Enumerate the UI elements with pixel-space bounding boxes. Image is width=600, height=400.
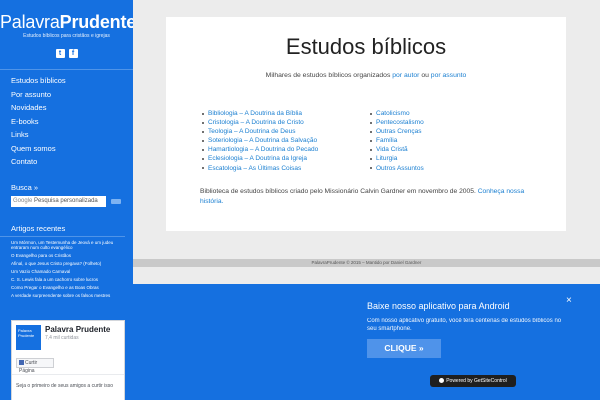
category-link[interactable]: Vida Cristã [370,145,496,154]
logo-light-text: Palavra [0,12,60,32]
article-link[interactable]: Afinal, o que Jesus Cristo pregava? (Fol… [11,261,133,267]
by-subject-link[interactable]: por assunto [431,72,467,79]
page-title: Estudos bíblicos [285,34,447,59]
facebook-page-thumbnail[interactable]: Palavra Prudente [16,325,41,350]
social-links: tf [0,49,133,61]
twitter-icon[interactable]: t [55,49,65,58]
facebook-icon[interactable]: f [68,49,78,58]
search-form: Google Pesquisa personalizada [0,195,133,207]
category-link[interactable]: Bibliologia – A Doutrina da Bíblia [202,109,376,118]
search-placeholder: Pesquisa personalizada [34,197,98,204]
nav-item-novidades[interactable]: Novidades [0,101,133,115]
study-categories: Bibliologia – A Doutrina da Bíblia Crist… [166,109,566,173]
nav-item-quem-somos[interactable]: Quem somos [0,142,133,156]
page-footer: PalavraPrudente © 2015 – Mantido por Dan… [133,259,600,267]
facebook-likes-count: 7,4 mil curtidas [45,335,79,341]
powered-by-badge[interactable]: Powered by GetSiteControl [430,375,516,387]
category-link[interactable]: Hamartiologia – A Doutrina do Pecado [202,145,376,154]
recent-articles-list: Um Mórmon, um Testemunha de Jeová e um j… [0,240,133,299]
app-promo-popup: × Baixe nosso aplicativo para Android Co… [133,284,600,400]
topics-list: Catolicismo Pentecostalismo Outras Crenç… [370,109,496,173]
category-link[interactable]: Outras Crenças [370,127,496,136]
recent-articles-title: Artigos recentes [0,224,125,237]
intro-mid: ou [419,72,431,79]
facebook-page-name[interactable]: Palavra Prudente [45,325,110,335]
search-input[interactable]: Google Pesquisa personalizada [11,195,106,207]
category-link[interactable]: Soteriologia – A Doutrina da Salvação [202,136,376,145]
facebook-friends-text: Seja o primeiro de seus amigos a curtir … [12,374,124,389]
category-link[interactable]: Liturgia [370,154,496,163]
intro-prefix: Milhares de estudos bíblicos organizados [265,72,393,79]
article-link[interactable]: A verdade surpreendente sobre os falsos … [11,293,133,299]
popup-description: Com nosso aplicativo gratuito, você terá… [367,318,562,332]
category-link[interactable]: Família [370,136,496,145]
powered-by-text: Powered by GetSiteControl [446,378,507,384]
library-description-text: Biblioteca de estudos bíblicos criado pe… [200,187,478,195]
category-link[interactable]: Eclesiologia – A Doutrina da Igreja [202,154,376,163]
article-link[interactable]: Como Pregar o Evangelho e as Boas Obras [11,285,133,291]
main-nav: Estudos bíblicos Por assunto Novidades E… [0,69,133,169]
google-label: Google [13,197,33,204]
nav-item-ebooks[interactable]: E-books [0,115,133,129]
category-link[interactable]: Escatologia – As Últimas Coisas [202,164,376,173]
getsitecontrol-icon [439,378,445,384]
like-icon [19,360,24,366]
by-author-link[interactable]: por autor [392,72,419,79]
category-link[interactable]: Teologia – A Doutrina de Deus [202,127,376,136]
category-link[interactable]: Pentecostalismo [370,118,496,127]
article-link[interactable]: C. S. Lewis fala a um cachorro sobre luc… [11,277,133,283]
nav-item-contato[interactable]: Contato [0,155,133,169]
site-tagline: Estudos bíblicos para cristãos e igrejas [23,33,110,39]
popup-cta-button[interactable]: CLIQUE » [367,339,441,358]
article-link[interactable]: Um Mórmon, um Testemunha de Jeová e um j… [11,240,133,251]
content-card: Estudos bíblicos Milhares de estudos bíb… [166,17,566,231]
doctrine-list: Bibliologia – A Doutrina da Bíblia Crist… [202,109,376,173]
sidebar: PalavraPrudente Estudos bíblicos para cr… [0,0,133,400]
search-title: Busca » [11,182,39,192]
nav-item-por-assunto[interactable]: Por assunto [0,88,133,102]
popup-title: Baixe nosso aplicativo para Android [367,301,510,311]
site-logo[interactable]: PalavraPrudente [0,0,133,32]
nav-item-links[interactable]: Links [0,128,133,142]
search-button[interactable] [111,198,121,204]
nav-item-estudos[interactable]: Estudos bíblicos [0,74,133,88]
library-description: Biblioteca de estudos bíblicos criado pe… [166,187,566,207]
category-link[interactable]: Cristologia – A Doutrina de Cristo [202,118,376,127]
category-link[interactable]: Outros Assuntos [370,164,496,173]
facebook-like-button[interactable]: Curtir Página [16,358,54,374]
article-link[interactable]: O Evangelho para os Cristãos [11,253,133,259]
category-link[interactable]: Catolicismo [370,109,496,118]
logo-bold-text: Prudente [59,12,133,32]
close-icon[interactable]: × [566,296,572,306]
intro-text: Milhares de estudos bíblicos organizados… [166,72,566,79]
article-link[interactable]: Um Vazio Chamado Carnaval [11,269,133,275]
facebook-widget: Palavra Prudente Palavra Prudente 7,4 mi… [11,320,125,400]
